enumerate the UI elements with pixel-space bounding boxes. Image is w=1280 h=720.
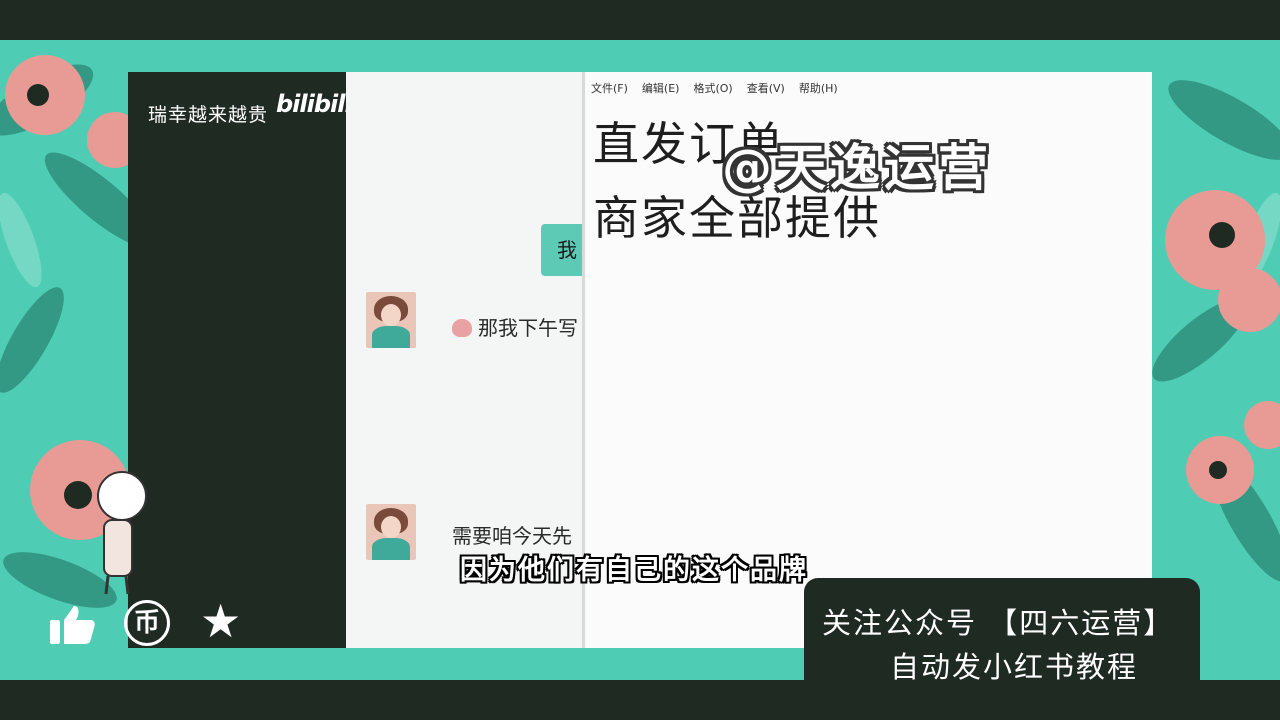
letterbox-bottom bbox=[0, 680, 1280, 720]
promo-line-1: 关注公众号 【四六运营】 bbox=[822, 606, 1175, 640]
video-subtitle: 因为他们有自己的这个品牌 bbox=[460, 555, 808, 586]
watermark: @天逸运营 bbox=[722, 139, 992, 197]
chat-avatar[interactable] bbox=[366, 292, 416, 348]
chat-message: 需要咱今天先 bbox=[452, 520, 572, 549]
chat-avatar[interactable] bbox=[366, 504, 416, 560]
chat-bubble-self: 我 bbox=[541, 224, 584, 276]
channel-title: 瑞幸越来越贵 bbox=[148, 104, 269, 126]
letterbox-top bbox=[0, 0, 1280, 40]
star-icon[interactable]: ★ bbox=[200, 596, 241, 646]
chat-message: 那我下午写 bbox=[452, 312, 578, 341]
menu-help[interactable]: 帮助(H) bbox=[799, 80, 838, 96]
menu-view[interactable]: 查看(V) bbox=[747, 80, 785, 96]
menu-edit[interactable]: 编辑(E) bbox=[642, 80, 680, 96]
promo-banner: 关注公众号 【四六运营】 自动发小红书教程 bbox=[804, 578, 1200, 696]
promo-accent-block bbox=[1206, 578, 1264, 696]
mascot-illustration bbox=[97, 471, 147, 595]
chat-message-text: 需要咱今天先 bbox=[452, 524, 572, 548]
notepad-menubar: 文件(F) 编辑(E) 格式(O) 查看(V) 帮助(H) bbox=[591, 80, 838, 96]
coin-icon[interactable]: 币 bbox=[124, 600, 170, 646]
menu-file[interactable]: 文件(F) bbox=[591, 80, 628, 96]
menu-format[interactable]: 格式(O) bbox=[693, 80, 732, 96]
thumbs-up-icon[interactable] bbox=[48, 604, 96, 646]
emoji-icon bbox=[452, 319, 472, 337]
chat-message-text: 那我下午写 bbox=[478, 316, 578, 340]
bilibili-logo: bilibili bbox=[276, 90, 353, 118]
